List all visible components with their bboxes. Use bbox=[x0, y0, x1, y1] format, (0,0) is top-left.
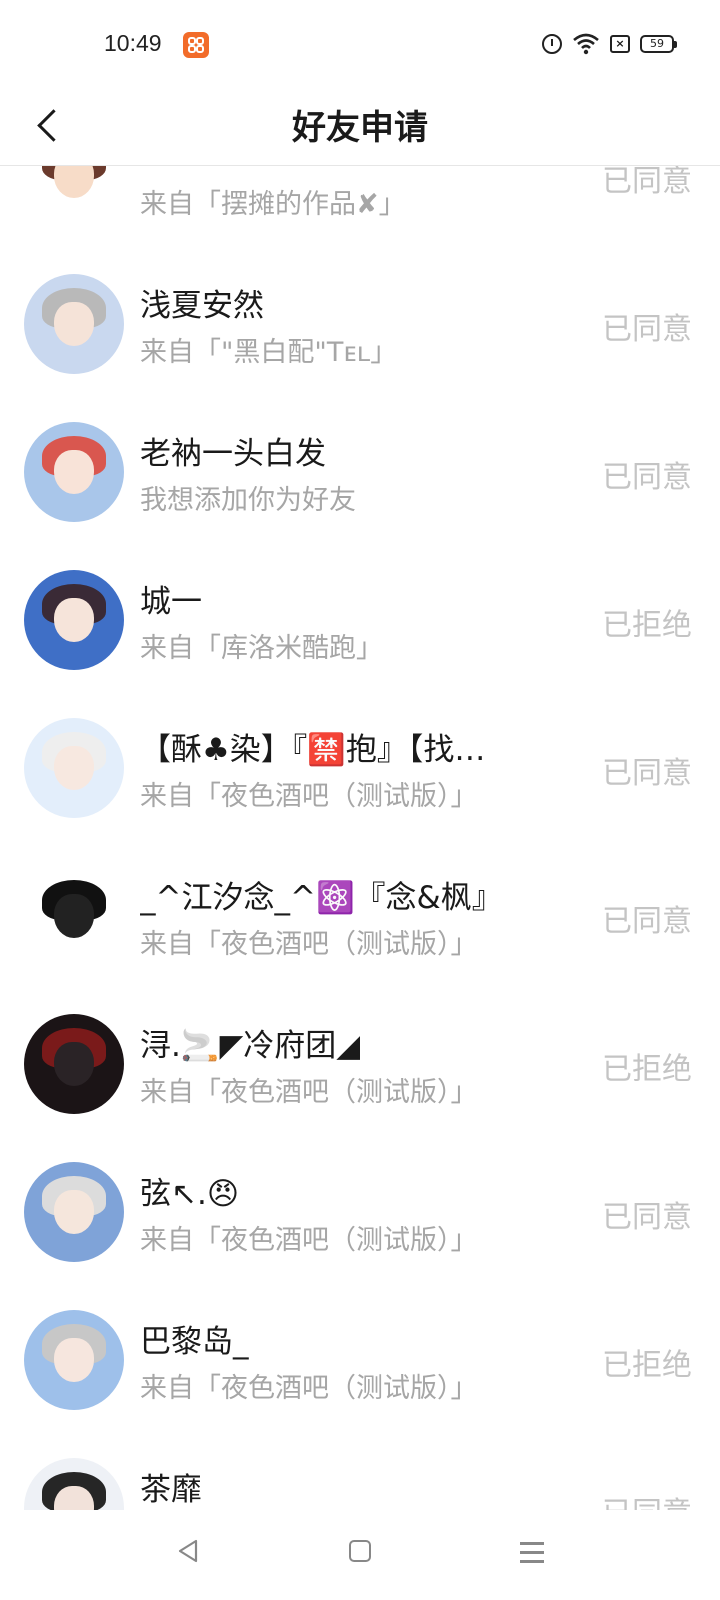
friend-request-row[interactable]: 浅夏安然来自「"黑白配"Tᴇʟ」 已同意 bbox=[0, 250, 720, 398]
requester-name: 弦↖.😠 bbox=[140, 1176, 240, 1212]
request-source: 来自「夜色酒吧（测试版）」 bbox=[140, 1077, 478, 1108]
friend-request-row[interactable]: 来自「摆摊的作品✘」 已同意 bbox=[0, 165, 720, 250]
avatar-face bbox=[54, 302, 94, 346]
requester-name: _^江汐念_^⚛️『念&枫』 bbox=[140, 880, 503, 916]
avatar-face bbox=[54, 746, 94, 790]
requester-name: 巴黎岛_ bbox=[140, 1324, 249, 1360]
friend-request-row[interactable]: _^江汐念_^⚛️『念&枫』来自「夜色酒吧（测试版）」 已同意 bbox=[0, 842, 720, 990]
app-notification-icon bbox=[183, 32, 209, 58]
status-bar: 10:49 × 59 bbox=[0, 0, 720, 90]
avatar[interactable] bbox=[24, 866, 124, 966]
friend-request-row[interactable]: 老衲一头白发我想添加你为好友 已同意 bbox=[0, 398, 720, 546]
system-nav-bar bbox=[0, 1510, 720, 1600]
wifi-icon bbox=[572, 32, 600, 56]
friend-request-row[interactable]: 茶靡 已同意 bbox=[0, 1434, 720, 1510]
request-source: 来自「夜色酒吧（测试版）」 bbox=[140, 1373, 478, 1404]
request-status: 已同意 bbox=[602, 1488, 692, 1510]
requester-name: 茶靡 bbox=[140, 1472, 202, 1508]
avatar[interactable] bbox=[24, 1310, 124, 1410]
avatar[interactable] bbox=[24, 1014, 124, 1114]
avatar[interactable] bbox=[24, 274, 124, 374]
avatar[interactable] bbox=[24, 422, 124, 522]
request-status: 已同意 bbox=[602, 312, 692, 347]
avatar-face bbox=[54, 1338, 94, 1382]
avatar-face bbox=[54, 1190, 94, 1234]
avatar[interactable] bbox=[24, 570, 124, 670]
request-status: 已同意 bbox=[602, 904, 692, 939]
request-source: 我想添加你为好友 bbox=[140, 485, 356, 516]
avatar[interactable] bbox=[24, 165, 124, 226]
triangle-back-icon[interactable] bbox=[175, 1538, 201, 1564]
request-status: 已拒绝 bbox=[602, 1052, 692, 1087]
request-source: 来自「夜色酒吧（测试版）」 bbox=[140, 781, 478, 812]
battery-icon: 59 bbox=[640, 35, 677, 53]
request-status: 已同意 bbox=[602, 165, 692, 199]
avatar[interactable] bbox=[24, 718, 124, 818]
requester-name: 浔.🚬◤冷府团◢ bbox=[140, 1028, 361, 1064]
alarm-icon bbox=[542, 34, 562, 54]
request-source: 来自「库洛米酷跑」 bbox=[140, 633, 383, 664]
requester-name: 浅夏安然 bbox=[140, 288, 264, 324]
avatar-face bbox=[54, 1042, 94, 1086]
request-source: 来自「"黑白配"Tᴇʟ」 bbox=[140, 337, 398, 368]
top-bar: 好友申请 bbox=[0, 90, 720, 166]
friend-request-row[interactable]: 城一来自「库洛米酷跑」 已拒绝 bbox=[0, 546, 720, 694]
request-status: 已同意 bbox=[602, 460, 692, 495]
friend-request-row[interactable]: 巴黎岛_ 来自「夜色酒吧（测试版）」 已拒绝 bbox=[0, 1286, 720, 1434]
no-sim-icon: × bbox=[610, 35, 630, 53]
avatar-face bbox=[54, 894, 94, 938]
square-home-icon[interactable] bbox=[349, 1540, 371, 1562]
avatar-face bbox=[54, 450, 94, 494]
avatar[interactable] bbox=[24, 1458, 124, 1510]
request-source: 来自「夜色酒吧（测试版）」 bbox=[140, 1225, 478, 1256]
requester-name: 【酥♣染】『🈲抱』【找… bbox=[140, 732, 486, 768]
avatar-face bbox=[54, 598, 94, 642]
friend-request-list[interactable]: 来自「摆摊的作品✘」 已同意 浅夏安然 来自「"黑白配"Tᴇʟ」 已同意 老衲一头白发 我想… bbox=[0, 165, 720, 1510]
page-title: 好友申请 bbox=[292, 108, 428, 148]
friend-request-row[interactable]: 弦↖.😠 来自「夜色酒吧（测试版）」 已同意 bbox=[0, 1138, 720, 1286]
requester-name: 老衲一头白发 bbox=[140, 436, 326, 472]
request-status: 已同意 bbox=[602, 1200, 692, 1235]
request-source: 来自「夜色酒吧（测试版）」 bbox=[140, 929, 478, 960]
friend-request-row[interactable]: 【酥♣染】『🈲抱』【找… 来自「夜色酒吧（测试版）」 已同意 bbox=[0, 694, 720, 842]
request-status: 已同意 bbox=[602, 756, 692, 791]
avatar-face bbox=[54, 165, 94, 198]
request-status: 已拒绝 bbox=[602, 608, 692, 643]
menu-lines-icon[interactable] bbox=[520, 1540, 544, 1564]
request-status: 已拒绝 bbox=[602, 1348, 692, 1383]
request-source: 来自「摆摊的作品✘」 bbox=[140, 189, 406, 220]
requester-name: 城一 bbox=[140, 584, 202, 620]
status-time: 10:49 bbox=[104, 30, 162, 56]
friend-request-row[interactable]: 浔.🚬◤冷府团◢ 来自「夜色酒吧（测试版）」 已拒绝 bbox=[0, 990, 720, 1138]
avatar[interactable] bbox=[24, 1162, 124, 1262]
